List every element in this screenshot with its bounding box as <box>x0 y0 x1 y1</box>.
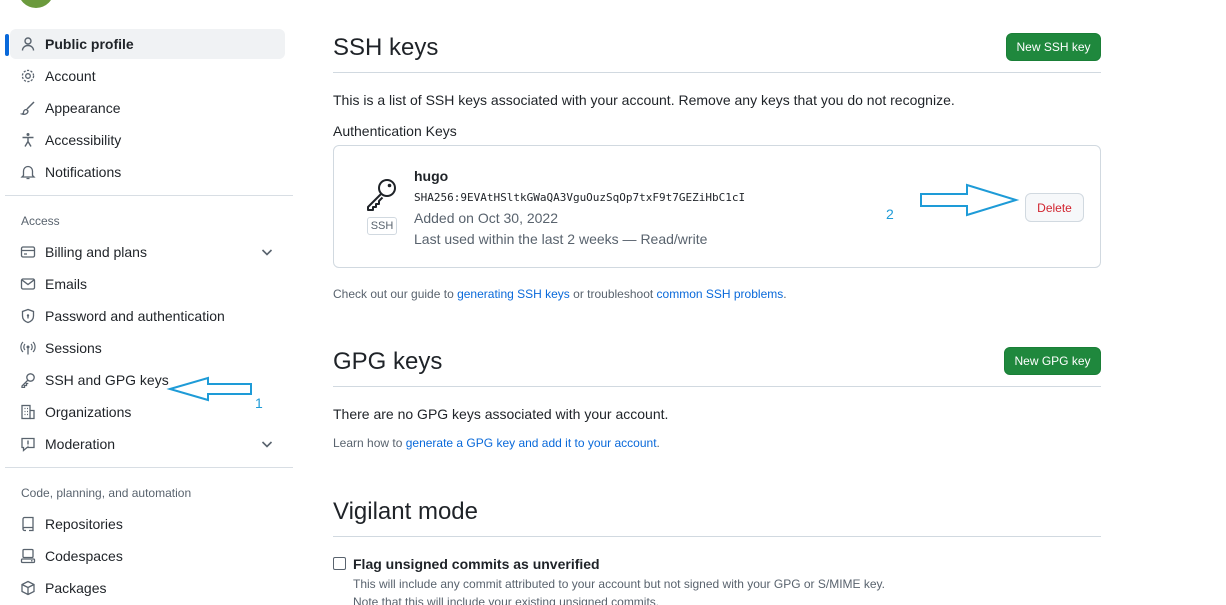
ssh-key-last-used: Last used within the last 2 weeks — Read… <box>414 231 708 247</box>
ssh-key-name: hugo <box>414 168 449 184</box>
new-gpg-key-button[interactable]: New GPG key <box>1004 347 1101 375</box>
sidebar-item-label: Moderation <box>45 436 116 452</box>
section-divider <box>333 72 1101 73</box>
guide-prefix: Check out our guide to <box>333 287 458 301</box>
sidebar-item-label: Appearance <box>45 100 121 116</box>
sidebar-item-accessibility[interactable]: Accessibility <box>10 125 285 155</box>
auth-keys-heading: Authentication Keys <box>333 123 457 139</box>
broadcast-icon <box>20 340 36 356</box>
common-ssh-problems-link[interactable]: common SSH problems <box>657 287 784 301</box>
learn-prefix: Learn how to <box>333 436 406 450</box>
sidebar-item-sessions[interactable]: Sessions <box>10 333 285 363</box>
codespaces-icon <box>20 548 36 564</box>
sidebar-divider <box>5 467 293 468</box>
credit-card-icon <box>20 244 36 260</box>
sidebar-item-label: Repositories <box>45 516 123 532</box>
generate-gpg-key-link[interactable]: generate a GPG key and add it to your ac… <box>406 436 657 450</box>
paintbrush-icon <box>20 100 36 116</box>
sidebar-heading-access: Access <box>21 214 60 228</box>
sidebar-item-notifications[interactable]: Notifications <box>10 157 285 187</box>
sidebar-item-moderation[interactable]: Moderation <box>10 429 285 459</box>
sidebar-divider <box>5 195 293 196</box>
chevron-down-icon[interactable] <box>259 244 275 260</box>
vigilant-help-2: Note that this will include your existin… <box>353 595 660 605</box>
ssh-keys-title: SSH keys <box>333 34 439 61</box>
gear-icon <box>20 68 36 84</box>
gpg-keys-title: GPG keys <box>333 348 443 375</box>
sidebar-item-appearance[interactable]: Appearance <box>10 93 285 123</box>
gpg-empty-text: There are no GPG keys associated with yo… <box>333 406 669 422</box>
annotation-arrow-2 <box>920 183 1020 217</box>
sidebar-item-codespaces[interactable]: Codespaces <box>10 541 285 571</box>
sidebar-item-label: Account <box>45 68 96 84</box>
vigilant-help-1: This will include any commit attributed … <box>353 577 886 591</box>
generating-ssh-keys-link[interactable]: generating SSH keys <box>457 287 570 301</box>
report-icon <box>20 436 36 452</box>
sidebar-item-label: Password and authentication <box>45 308 225 324</box>
learn-suffix: . <box>656 436 660 450</box>
sidebar-item-billing[interactable]: Billing and plans <box>10 237 285 267</box>
sidebar-item-label: Packages <box>45 580 107 596</box>
ssh-guide-text: Check out our guide to generating SSH ke… <box>333 287 787 301</box>
organization-icon <box>20 404 36 420</box>
sidebar-heading-code: Code, planning, and automation <box>21 486 192 500</box>
package-icon <box>20 580 36 596</box>
guide-middle: or troubleshoot <box>569 287 657 301</box>
bell-icon <box>20 164 36 180</box>
repo-icon <box>20 516 36 532</box>
section-divider <box>333 536 1101 537</box>
ssh-key-type-badge: SSH <box>367 217 397 235</box>
annotation-arrow-1 <box>166 376 252 402</box>
key-icon <box>20 372 36 388</box>
key-icon <box>367 179 396 211</box>
chevron-down-icon[interactable] <box>259 436 275 452</box>
section-divider <box>333 386 1101 387</box>
person-icon <box>20 36 36 52</box>
mail-icon <box>20 276 36 292</box>
sidebar-item-repositories[interactable]: Repositories <box>10 509 285 539</box>
sidebar-item-password[interactable]: Password and authentication <box>10 301 285 331</box>
new-ssh-key-button[interactable]: New SSH key <box>1006 33 1101 61</box>
sidebar-item-label: Notifications <box>45 164 122 180</box>
annotation-number-2: 2 <box>886 206 894 222</box>
sidebar-item-emails[interactable]: Emails <box>10 269 285 299</box>
sidebar-item-label: Codespaces <box>45 548 123 564</box>
sidebar-item-label: Organizations <box>45 404 132 420</box>
annotation-number-1: 1 <box>255 395 263 411</box>
flag-unsigned-label[interactable]: Flag unsigned commits as unverified <box>353 556 600 572</box>
accessibility-icon <box>20 132 36 148</box>
sidebar-item-label: Billing and plans <box>45 244 147 260</box>
sidebar-item-label: SSH and GPG keys <box>45 372 169 388</box>
sidebar-item-label: Accessibility <box>45 132 122 148</box>
ssh-key-added-date: Added on Oct 30, 2022 <box>414 210 558 226</box>
sidebar-item-packages[interactable]: Packages <box>10 573 285 603</box>
sidebar-item-account[interactable]: Account <box>10 61 285 91</box>
ssh-key-fingerprint: SHA256:9EVAtHSltkGWaQA3VguOuzSqOp7txF9t7… <box>414 191 746 204</box>
vigilant-mode-title: Vigilant mode <box>333 498 478 525</box>
flag-unsigned-checkbox[interactable] <box>333 557 346 570</box>
settings-sidebar: Public profile Account Appearance Access… <box>0 0 300 605</box>
sidebar-item-label: Emails <box>45 276 88 292</box>
delete-ssh-key-button[interactable]: Delete <box>1025 193 1084 222</box>
ssh-description: This is a list of SSH keys associated wi… <box>333 92 955 108</box>
guide-suffix: . <box>783 287 787 301</box>
sidebar-item-public-profile[interactable]: Public profile <box>5 29 285 59</box>
shield-lock-icon <box>20 308 36 324</box>
sidebar-item-label: Sessions <box>45 340 102 356</box>
sidebar-item-label: Public profile <box>45 36 134 52</box>
gpg-learn-text: Learn how to generate a GPG key and add … <box>333 436 660 450</box>
